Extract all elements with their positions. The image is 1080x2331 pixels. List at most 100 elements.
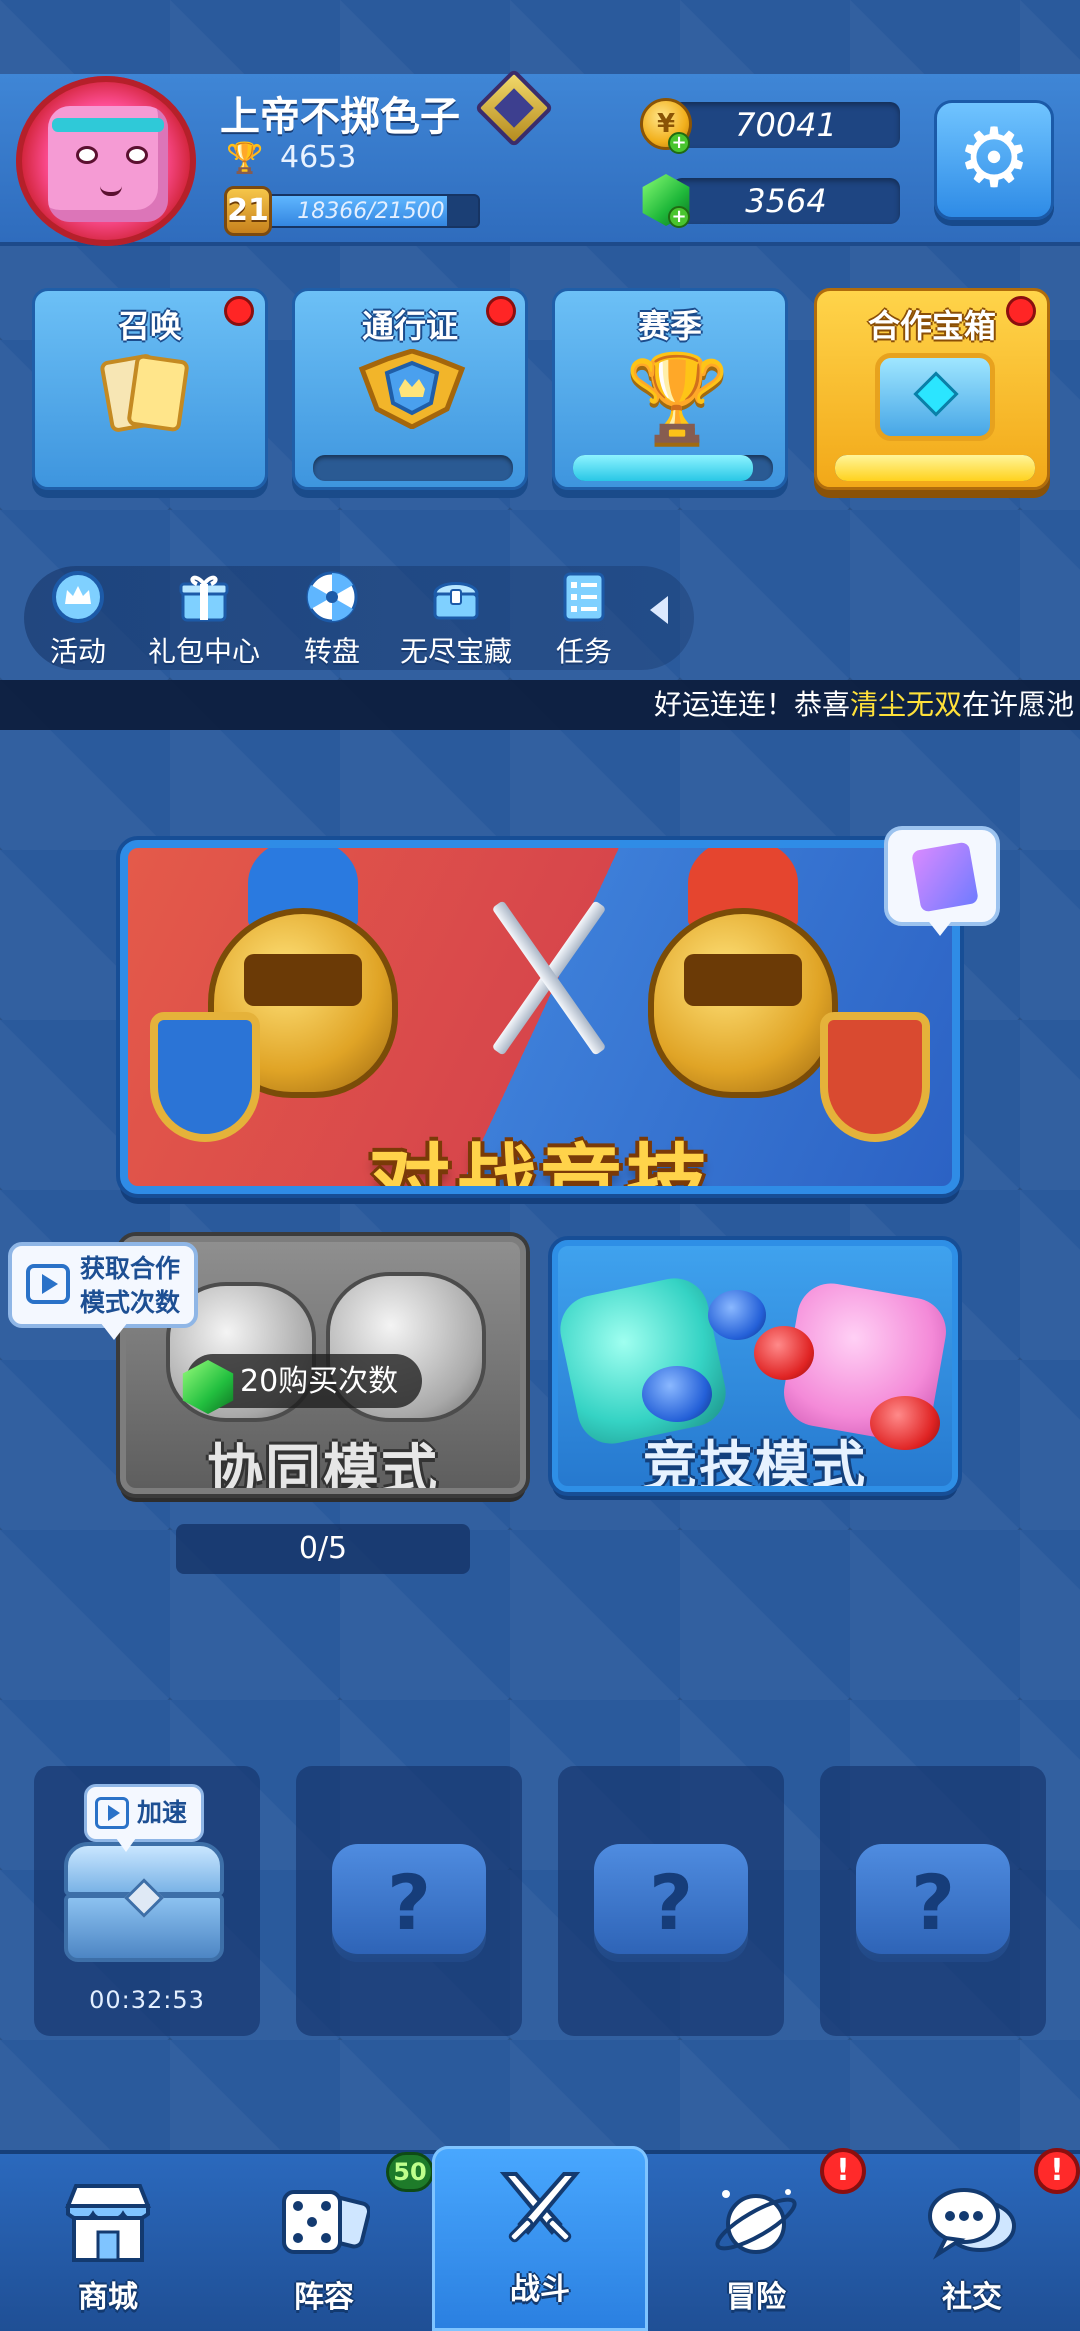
crown-shield-icon [358, 349, 466, 429]
coop-chest-progress-bar [835, 455, 1035, 481]
avatar-left-eye [76, 146, 98, 164]
gem-balance-pill: 3564 [672, 178, 900, 224]
summon-alert-dot [224, 296, 254, 326]
lineup-count-badge: 50 [386, 2152, 434, 2192]
coop-attempts-counter: 0/5 [176, 1524, 470, 1574]
battle-pass-progress-bar [313, 455, 513, 481]
player-name: 上帝不掷色子 [220, 94, 460, 140]
coop-video-tip-button[interactable]: 获取合作模式次数 [8, 1242, 198, 1328]
gold-balance: 70041 [735, 106, 837, 144]
shortcut-endless-treasure-label: 无尽宝藏 [399, 635, 512, 668]
shortcut-endless-treasure[interactable]: 无尽宝藏 [386, 570, 526, 670]
shortcut-tasks[interactable]: 任务 [514, 570, 654, 670]
season-card[interactable]: 赛季 🏆 [552, 288, 788, 490]
avatar-headband [52, 118, 164, 132]
crown-badge-icon [52, 571, 104, 623]
xp-progress-text: 18366/21500 [297, 199, 445, 224]
season-progress-fill [573, 455, 753, 481]
coop-chest-progress-fill [835, 455, 1035, 481]
unlocking-chest-icon [64, 1842, 224, 1962]
treasure-chest-icon [875, 353, 995, 441]
deck-bubble-button[interactable] [884, 826, 1000, 926]
settings-button[interactable]: ⚙ [934, 100, 1054, 220]
shortcut-wheel-label: 转盘 [303, 635, 360, 668]
ticker-suffix: 在许愿池 [961, 688, 1074, 721]
pvp-battle-banner[interactable]: 对战竞技 [120, 840, 960, 1194]
nav-lineup-label: 阵容 [294, 2280, 354, 2315]
gold-balance-pill: 70041 [672, 102, 900, 148]
speed-up-button[interactable]: 加速 [84, 1784, 204, 1842]
add-gold-icon[interactable]: + [668, 132, 690, 154]
chest-gem-icon [913, 371, 959, 417]
announcement-ticker: 好运连连！恭喜清尘无双在许愿池 [0, 680, 1080, 730]
chest-slot-4[interactable]: ? [820, 1766, 1046, 2036]
player-level-badge: 21 [224, 186, 272, 236]
coop-buy-label: 20购买次数 [240, 1364, 399, 1399]
shortcut-gift-center[interactable]: 礼包中心 [134, 570, 274, 670]
blue-knight-visor [244, 954, 362, 1006]
adventure-alert-icon: ! [820, 2148, 866, 2194]
add-gems-icon[interactable]: + [668, 206, 690, 228]
red-boxing-glove-icon [754, 1326, 814, 1380]
nav-battle[interactable]: 战斗 [432, 2146, 648, 2331]
shortcut-events[interactable]: 活动 [8, 570, 148, 670]
trophy-count: 4653 [280, 140, 357, 175]
competitive-mode-title: 竞技模式 [643, 1435, 867, 1492]
nav-adventure-label: 冒险 [726, 2280, 786, 2315]
chest-slot-2[interactable]: ? [296, 1766, 522, 2036]
season-card-title: 赛季 [637, 307, 702, 345]
coop-chest-alert-dot [1006, 296, 1036, 326]
battle-pass-alert-dot [486, 296, 516, 326]
social-alert-icon: ! [1034, 2148, 1080, 2194]
gear-icon: ⚙ [957, 111, 1031, 206]
nav-battle-label: 战斗 [510, 2272, 570, 2307]
ticker-message: 好运连连！恭喜清尘无双在许愿池 [654, 680, 1074, 730]
speed-up-label: 加速 [137, 1798, 188, 1827]
crossed-swords-icon [488, 888, 608, 1068]
coop-mode-title: 协同模式 [207, 1439, 439, 1494]
ticker-prefix: 好运连连！恭喜 [653, 688, 850, 721]
nav-social-label: 社交 [942, 2280, 1002, 2315]
planet-adventure-icon [715, 2189, 797, 2254]
chat-bubbles-icon [928, 2188, 1016, 2260]
collapse-arrow-icon[interactable] [650, 596, 668, 624]
empty-slot-question-icon: ? [856, 1844, 1010, 1962]
shortcut-wheel[interactable]: 转盘 [262, 570, 402, 670]
nav-shop[interactable]: 商城 [0, 2154, 216, 2331]
blue-boxing-glove-icon [642, 1366, 712, 1422]
empty-slot-question-icon: ? [594, 1844, 748, 1962]
trophy-icon: 🏆 [226, 141, 264, 176]
spin-wheel-icon [306, 571, 358, 623]
crossed-swords-icon [499, 2172, 581, 2243]
speed-up-tip-tail [116, 1838, 136, 1852]
dice-lineup-icon [282, 2190, 370, 2254]
cards-icon [99, 352, 190, 434]
chest-slot-3[interactable]: ? [558, 1766, 784, 2036]
shop-store-icon [65, 2184, 151, 2262]
ticker-player-name: 清尘无双 [849, 688, 962, 721]
competitive-mode-tile[interactable]: 竞技模式 [552, 1240, 958, 1492]
task-list-icon [563, 572, 605, 622]
blue-boxing-glove-icon [708, 1290, 766, 1340]
red-knight-visor [684, 954, 802, 1006]
avatar-right-eye [126, 146, 148, 164]
shortcut-events-label: 活动 [49, 635, 106, 668]
treasure-chest-small-icon [433, 582, 479, 620]
play-triangle-icon [42, 1274, 58, 1294]
coop-video-tip-text: 获取合作模式次数 [80, 1254, 181, 1317]
chest-unlock-timer: 00:32:53 [89, 1986, 205, 2014]
nav-shop-label: 商城 [78, 2280, 138, 2315]
shortcut-tasks-label: 任务 [555, 635, 612, 668]
gem-balance: 3564 [745, 182, 827, 220]
coop-video-tip-tail [100, 1322, 128, 1340]
deck-bubble-tail [926, 918, 954, 936]
empty-slot-question-icon: ? [332, 1844, 486, 1962]
season-trophy-icon: 🏆 [625, 348, 730, 446]
card-front-icon [126, 353, 190, 433]
pvp-title: 对战竞技 [367, 1136, 712, 1194]
dice-card-icon [911, 841, 979, 913]
shortcut-gift-center-label: 礼包中心 [147, 635, 260, 668]
season-progress-bar [573, 455, 773, 481]
play-triangle-icon [108, 1805, 120, 1821]
gift-box-icon [179, 575, 229, 622]
